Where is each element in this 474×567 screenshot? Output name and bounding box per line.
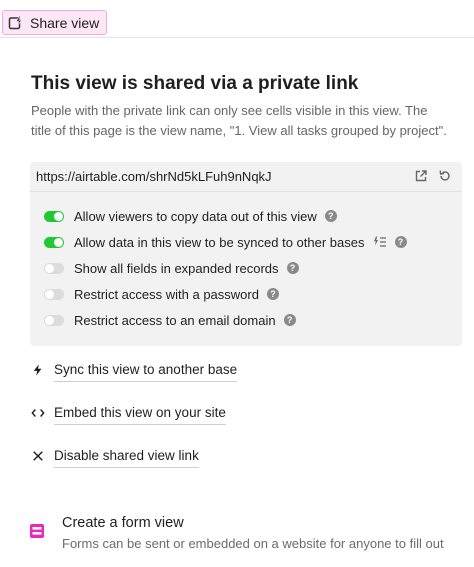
password-toggle[interactable] xyxy=(44,288,64,300)
sync-view-action[interactable]: Sync this view to another base xyxy=(31,357,238,382)
code-icon xyxy=(31,406,45,420)
share-view-label: Share view xyxy=(30,14,100,31)
regenerate-link-icon[interactable] xyxy=(438,169,452,183)
option-sync-data-label: Allow data in this view to be synced to … xyxy=(74,234,365,250)
form-view-title[interactable]: Create a form view xyxy=(62,515,184,531)
close-icon xyxy=(31,449,45,463)
option-email-domain: Restrict access to an email domain ? xyxy=(44,310,296,330)
sync-data-toggle[interactable] xyxy=(44,236,64,248)
option-email-domain-label: Restrict access to an email domain xyxy=(74,312,276,328)
embed-view-action[interactable]: Embed this view on your site xyxy=(31,400,226,425)
option-password-label: Restrict access with a password xyxy=(74,286,259,302)
help-icon[interactable]: ? xyxy=(394,236,407,248)
option-password: Restrict access with a password ? xyxy=(44,284,279,304)
option-copy-data: Allow viewers to copy data out of this v… xyxy=(44,206,337,226)
help-icon[interactable]: ? xyxy=(266,288,279,300)
help-icon[interactable]: ? xyxy=(324,210,337,222)
share-settings-panel: https://airtable.com/shrNd5kLFuh9nNqkJ A… xyxy=(30,162,462,346)
disable-link-action[interactable]: Disable shared view link xyxy=(31,443,199,468)
option-sync-data: Allow data in this view to be synced to … xyxy=(44,232,407,252)
option-copy-data-label: Allow viewers to copy data out of this v… xyxy=(74,208,317,224)
page-title: This view is shared via a private link xyxy=(31,73,359,94)
sync-view-label[interactable]: Sync this view to another base xyxy=(54,362,238,382)
share-description: People with the private link can only se… xyxy=(31,103,447,138)
share-view-button[interactable]: Share view xyxy=(2,10,108,35)
share-url[interactable]: https://airtable.com/shrNd5kLFuh9nNqkJ xyxy=(36,169,272,184)
share-url-row: https://airtable.com/shrNd5kLFuh9nNqkJ xyxy=(30,162,462,192)
lightning-icon xyxy=(31,363,45,377)
option-show-all-fields: Show all fields in expanded records ? xyxy=(44,258,299,278)
show-all-fields-toggle[interactable] xyxy=(44,262,64,274)
sync-icon xyxy=(373,236,386,247)
help-icon[interactable]: ? xyxy=(286,262,299,274)
form-icon xyxy=(30,524,44,538)
form-view-description: Forms can be sent or embedded on a websi… xyxy=(62,536,444,551)
top-bar: Share view xyxy=(0,0,474,38)
share-view-icon xyxy=(8,15,23,29)
open-link-icon[interactable] xyxy=(414,169,428,183)
disable-link-label[interactable]: Disable shared view link xyxy=(54,448,199,468)
create-form-view[interactable]: Create a form view Forms can be sent or … xyxy=(29,515,469,555)
option-show-all-fields-label: Show all fields in expanded records xyxy=(74,260,279,276)
email-domain-toggle[interactable] xyxy=(44,314,64,326)
help-icon[interactable]: ? xyxy=(283,314,296,326)
embed-view-label[interactable]: Embed this view on your site xyxy=(54,405,226,425)
copy-data-toggle[interactable] xyxy=(44,210,64,222)
